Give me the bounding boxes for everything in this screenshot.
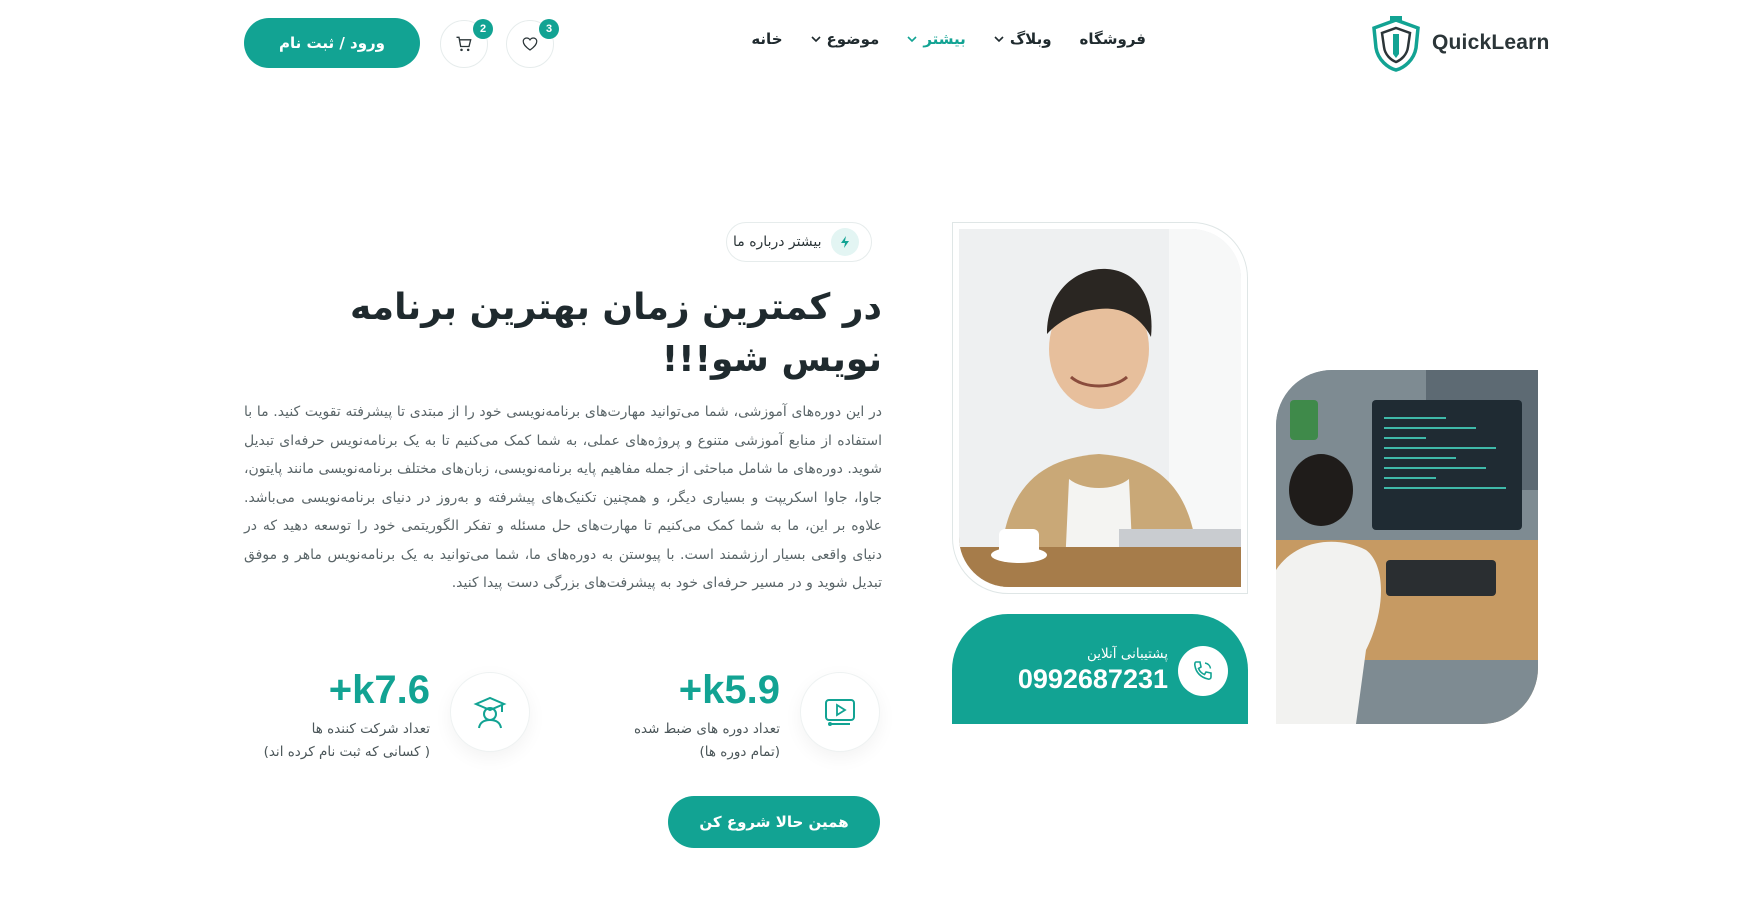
stat-value: +k7.6 <box>328 668 430 712</box>
nav-item-blog[interactable]: وبلاگ <box>994 30 1052 48</box>
main-nav: خانه موضوع بیشتر وبلاگ فروشگاه <box>751 30 1146 48</box>
cart-count-badge: 2 <box>473 19 493 39</box>
phone-icon <box>1178 646 1228 696</box>
cart-icon <box>456 36 472 52</box>
nav-item-label: خانه <box>751 30 783 48</box>
student-photo <box>959 229 1241 587</box>
hero-title: در کمترین زمان بهترین برنامه نویس شو!!! <box>349 287 882 381</box>
nav-item-more[interactable]: بیشتر <box>907 30 966 48</box>
heart-icon <box>522 37 538 51</box>
wishlist-button[interactable]: 3 <box>506 19 559 68</box>
stat-sublabel: ( کسانی که ثبت نام کرده اند) <box>263 744 430 760</box>
hero-photo-developer-desk <box>1276 370 1538 724</box>
nav-item-shop[interactable]: فروشگاه <box>1080 30 1146 48</box>
stat-participants: +k7.6 تعداد شرکت کننده ها ( کسانی که ثبت… <box>244 668 530 768</box>
hero-description: در این دوره‌های آموزشی، شما می‌توانید مه… <box>244 404 882 591</box>
login-register-button[interactable]: ورود / ثبت نام <box>244 18 420 68</box>
wishlist-count-badge: 3 <box>539 19 559 39</box>
nav-item-label: وبلاگ <box>1009 30 1052 48</box>
bolt-icon <box>831 228 860 256</box>
online-support-card[interactable]: پشتیبانی آنلاین 0992687231 <box>952 614 1248 724</box>
stat-recorded-courses: +k5.9 تعداد دوره های ضبط شده (تمام دوره … <box>600 668 880 768</box>
graduate-icon <box>450 672 530 752</box>
stat-sublabel: (تمام دوره ها) <box>699 744 780 760</box>
chevron-down-icon <box>810 36 821 43</box>
start-now-button[interactable]: همین حالا شروع کن <box>668 796 880 848</box>
nav-item-label: موضوع <box>826 30 880 48</box>
about-us-tag[interactable]: بیشتر درباره ما <box>726 222 873 262</box>
nav-item-label: فروشگاه <box>1079 30 1146 48</box>
brand-logo[interactable]: QuickLearn <box>1368 14 1550 72</box>
stat-value: +k5.9 <box>678 668 780 712</box>
support-label: پشتیبانی آنلاین <box>1086 646 1168 662</box>
support-phone-number[interactable]: 0992687231 <box>1018 664 1168 695</box>
hero-photo-smiling-student <box>952 222 1248 594</box>
video-course-icon <box>800 672 880 752</box>
chevron-down-icon <box>907 36 917 43</box>
tag-label: بیشتر درباره ما <box>733 234 822 250</box>
nav-item-label: بیشتر <box>923 30 966 48</box>
chevron-down-icon <box>994 36 1004 43</box>
brand-name: QuickLearn <box>1432 31 1550 54</box>
nav-item-home[interactable]: خانه <box>751 30 782 48</box>
stat-label: تعداد شرکت کننده ها <box>311 721 430 737</box>
site-header: QuickLearn خانه موضوع بیشتر وبلاگ فروشگا… <box>0 0 1744 86</box>
stat-label: تعداد دوره های ضبط شده <box>633 721 780 737</box>
nav-item-topic[interactable]: موضوع <box>810 30 880 48</box>
cart-button[interactable]: 2 <box>440 19 493 68</box>
shield-logo-icon <box>1372 16 1420 72</box>
